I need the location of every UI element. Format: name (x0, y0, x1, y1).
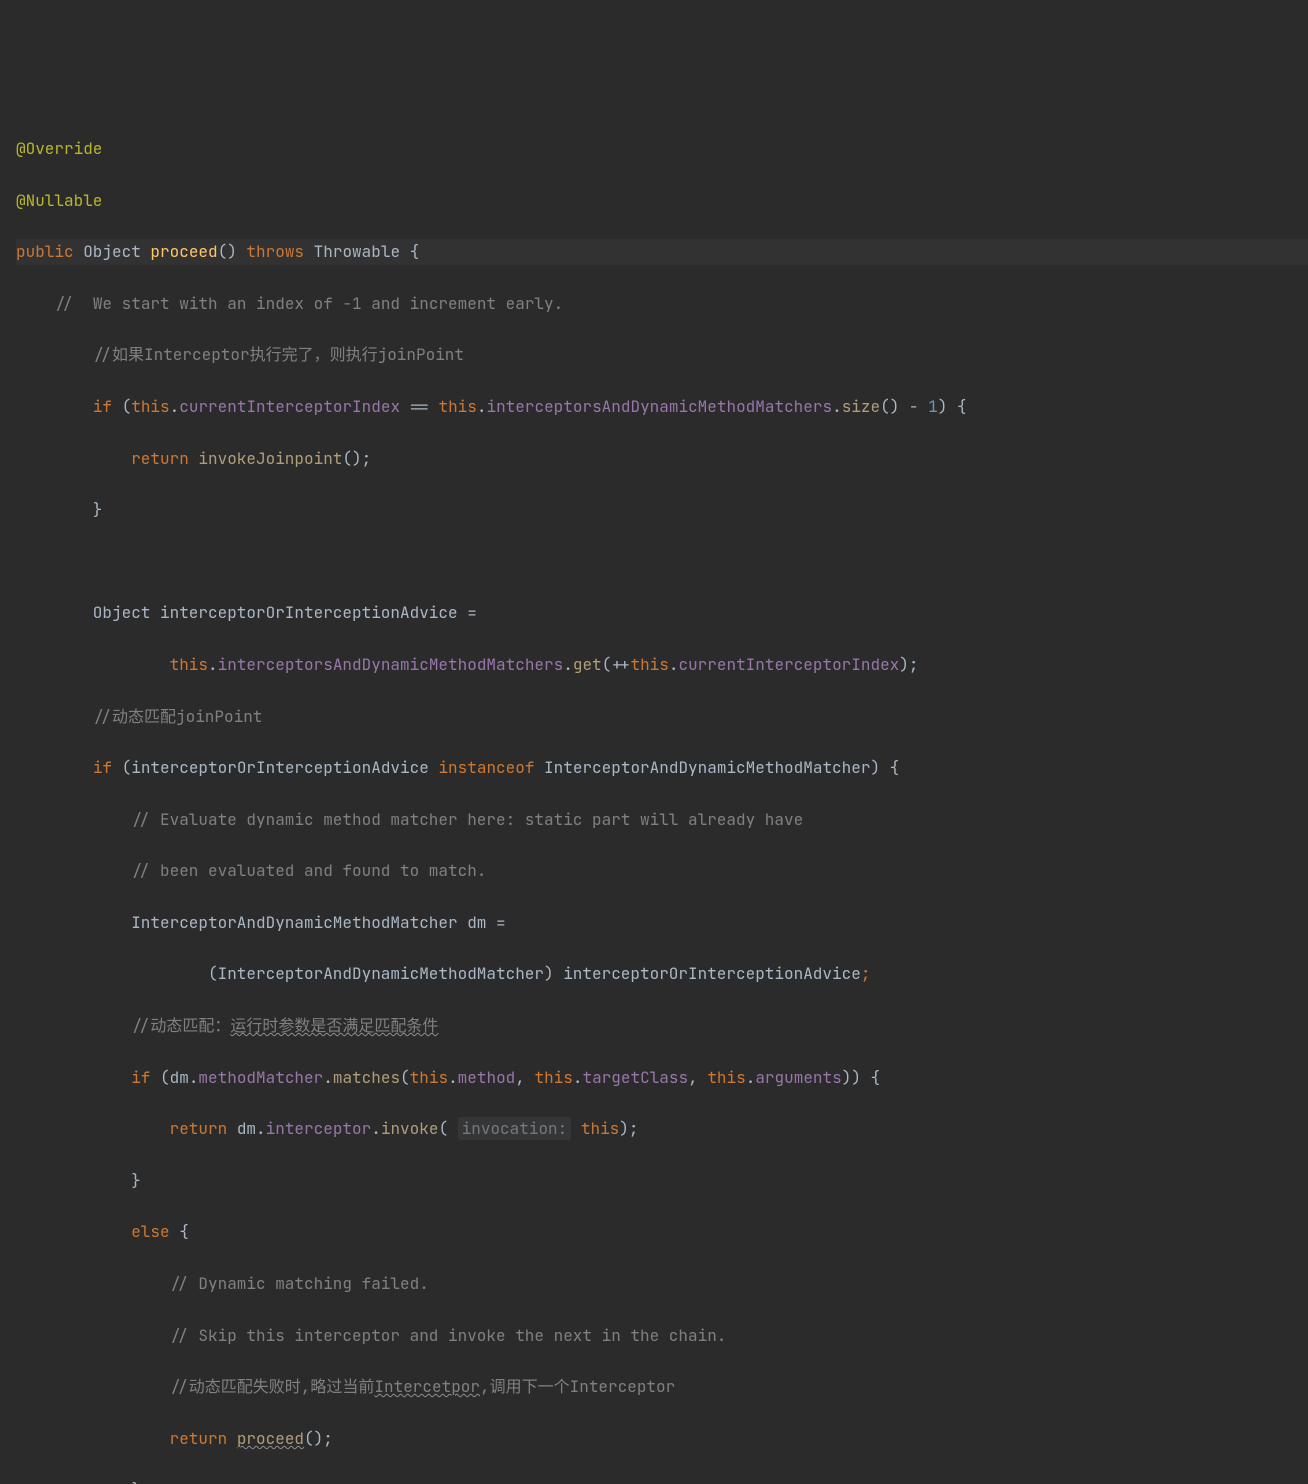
comment: //动态匹配： (16, 1015, 230, 1036)
comment: // We start with an index of -1 and incr… (16, 293, 563, 314)
comment: 运行时参数是否满足匹配条件 (230, 1015, 438, 1036)
code-line: InterceptorAndDynamicMethodMatcher dm = (16, 910, 1308, 936)
this-keyword: this (170, 654, 208, 675)
comment: // Skip this interceptor and invoke the … (16, 1325, 726, 1346)
throws-type: Throwable { (314, 241, 420, 262)
number: 1 (928, 396, 938, 417)
keyword: return (170, 1118, 237, 1139)
code-line: // We start with an index of -1 and incr… (16, 291, 1308, 317)
field: arguments (755, 1067, 841, 1088)
annotation: @Nullable (16, 190, 102, 211)
code-line: @Override (16, 136, 1308, 162)
parens: () (218, 241, 237, 262)
keyword: instanceof (438, 757, 544, 778)
code-line: this.interceptorsAndDynamicMethodMatcher… (16, 652, 1308, 678)
field: interceptorsAndDynamicMethodMatchers (486, 396, 832, 417)
keyword: if (93, 396, 122, 417)
code-line: if (interceptorOrInterceptionAdvice inst… (16, 755, 1308, 781)
keyword: return (131, 448, 198, 469)
keyword: if (93, 757, 122, 778)
code-line: // been evaluated and found to match. (16, 858, 1308, 884)
code-line: if (dm.methodMatcher.matches(this.method… (16, 1065, 1308, 1091)
field: methodMatcher (198, 1067, 323, 1088)
code-line: //动态匹配joinPoint (16, 704, 1308, 730)
comment: //动态匹配joinPoint (16, 706, 262, 727)
this-keyword: this (630, 654, 668, 675)
field: interceptor (266, 1118, 372, 1139)
code-line: // Evaluate dynamic method matcher here:… (16, 807, 1308, 833)
code-line: //如果Interceptor执行完了，则执行joinPoint (16, 342, 1308, 368)
code-line: } (16, 497, 1308, 523)
method-call: get (573, 654, 602, 675)
code-line: //动态匹配：运行时参数是否满足匹配条件 (16, 1013, 1308, 1039)
code-line: // Dynamic matching failed. (16, 1271, 1308, 1297)
this-keyword: this (438, 396, 476, 417)
keyword: return (170, 1428, 237, 1449)
field: interceptorsAndDynamicMethodMatchers (218, 654, 564, 675)
typo: Intercetpor (374, 1376, 480, 1397)
code-line: return invokeJoinpoint(); (16, 446, 1308, 472)
comment: //动态匹配失败时,略过当前 (16, 1376, 374, 1397)
code-line: // Skip this interceptor and invoke the … (16, 1323, 1308, 1349)
method-call: invokeJoinpoint (198, 448, 342, 469)
method-declaration: proceed (150, 241, 217, 262)
this-keyword: this (131, 396, 169, 417)
comment: // Evaluate dynamic method matcher here:… (16, 809, 803, 830)
method-call: matches (333, 1067, 400, 1088)
semicolon: ; (861, 963, 871, 984)
comment: ,调用下一个Interceptor (480, 1376, 675, 1397)
this-keyword: this (581, 1118, 619, 1139)
keyword: else (131, 1221, 179, 1242)
code-editor[interactable]: @Override @Nullable public Object procee… (0, 110, 1308, 1484)
method-call: invoke (381, 1118, 439, 1139)
keyword: if (131, 1067, 160, 1088)
field: currentInterceptorIndex (678, 654, 899, 675)
code-line: @Nullable (16, 188, 1308, 214)
this-keyword: this (534, 1067, 572, 1088)
code-line: } (16, 1477, 1308, 1484)
code-line: if (this.currentInterceptorIndex == this… (16, 394, 1308, 420)
comment: // been evaluated and found to match. (16, 860, 486, 881)
field: currentInterceptorIndex (179, 396, 400, 417)
this-keyword: this (410, 1067, 448, 1088)
code-line (16, 549, 1308, 575)
this-keyword: this (707, 1067, 745, 1088)
comment: // Dynamic matching failed. (16, 1273, 429, 1294)
code-line: return dm.interceptor.invoke( invocation… (16, 1116, 1308, 1142)
code-line: } (16, 1168, 1308, 1194)
code-line: Object interceptorOrInterceptionAdvice = (16, 600, 1308, 626)
code-line: else { (16, 1219, 1308, 1245)
keyword: throws (237, 241, 314, 262)
comment: //如果Interceptor执行完了，则执行joinPoint (16, 344, 464, 365)
method-call: proceed (237, 1428, 304, 1449)
code-line-current: public Object proceed() throws Throwable… (16, 239, 1308, 265)
annotation: @Override (16, 138, 102, 159)
method-call: size (842, 396, 880, 417)
field: method (458, 1067, 516, 1088)
type: Object (74, 241, 151, 262)
code-line: return proceed(); (16, 1426, 1308, 1452)
code-line: (InterceptorAndDynamicMethodMatcher) int… (16, 961, 1308, 987)
code-line: //动态匹配失败时,略过当前Intercetpor,调用下一个Intercept… (16, 1374, 1308, 1400)
field: targetClass (583, 1067, 689, 1088)
keyword: public (16, 241, 74, 262)
parameter-hint: invocation: (458, 1117, 572, 1140)
